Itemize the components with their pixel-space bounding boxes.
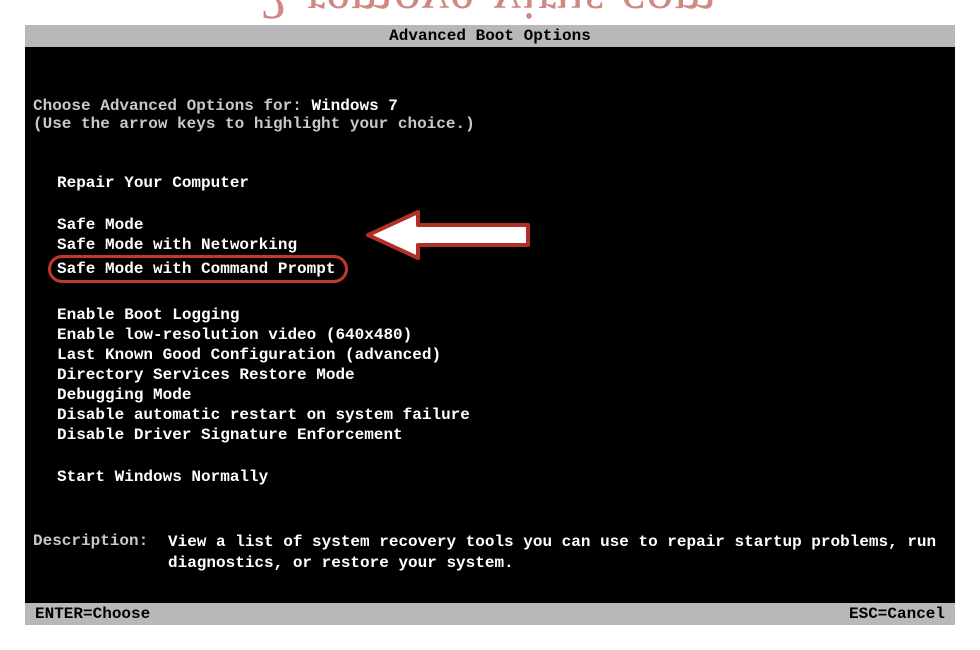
footer-esc: ESC=Cancel xyxy=(849,605,945,623)
prompt-prefix: Choose Advanced Options for: xyxy=(33,97,311,115)
boot-screen: Advanced Boot Options Choose Advanced Op… xyxy=(25,25,955,625)
menu-group-repair: Repair Your Computer xyxy=(57,173,947,193)
menu-item-low-res[interactable]: Enable low-resolution video (640x480) xyxy=(57,325,947,345)
menu-item-last-known-good[interactable]: Last Known Good Configuration (advanced) xyxy=(57,345,947,365)
footer-bar: ENTER=Choose ESC=Cancel xyxy=(25,603,955,625)
menu-group-normal: Start Windows Normally xyxy=(57,467,947,487)
content-area: Choose Advanced Options for: Windows 7 (… xyxy=(25,47,955,579)
menu-item-disable-driver-sig[interactable]: Disable Driver Signature Enforcement xyxy=(57,425,947,445)
description-label: Description: xyxy=(33,532,168,574)
description-block: Description: View a list of system recov… xyxy=(33,532,947,574)
menu-item-debugging[interactable]: Debugging Mode xyxy=(57,385,947,405)
choose-prompt: Choose Advanced Options for: Windows 7 xyxy=(33,97,947,115)
footer-enter: ENTER=Choose xyxy=(35,605,150,623)
arrow-keys-hint: (Use the arrow keys to highlight your ch… xyxy=(33,115,947,133)
menu-item-directory-services[interactable]: Directory Services Restore Mode xyxy=(57,365,947,385)
os-name: Windows 7 xyxy=(311,97,397,115)
menu-item-disable-restart[interactable]: Disable automatic restart on system fail… xyxy=(57,405,947,425)
menu-item-start-normally[interactable]: Start Windows Normally xyxy=(57,467,947,487)
description-text: View a list of system recovery tools you… xyxy=(168,532,947,574)
menu-item-repair[interactable]: Repair Your Computer xyxy=(57,173,947,193)
menu-group-advanced: Enable Boot Logging Enable low-resolutio… xyxy=(57,305,947,445)
arrow-pointer-icon xyxy=(360,208,535,268)
menu-item-boot-logging[interactable]: Enable Boot Logging xyxy=(57,305,947,325)
menu-item-safe-mode-cmd-highlighted[interactable]: Safe Mode with Command Prompt xyxy=(48,255,348,283)
watermark-text: 2-remove-virus.com xyxy=(260,0,717,32)
